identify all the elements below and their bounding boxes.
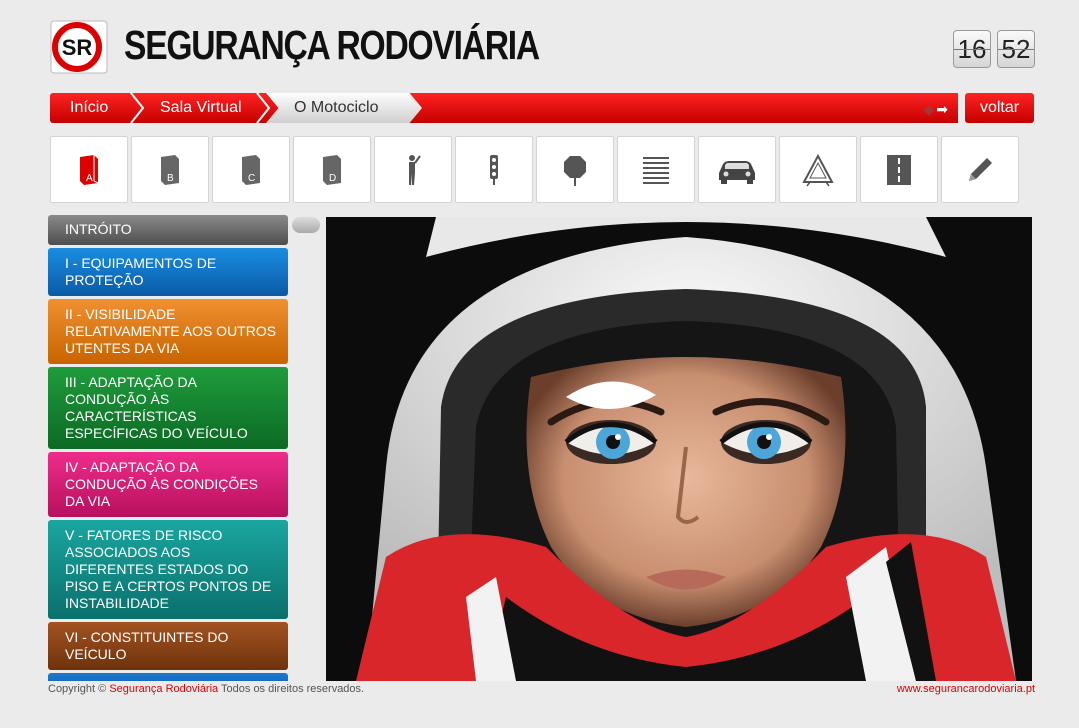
road-icon	[887, 154, 911, 185]
sidebar-item-adaptacao-via[interactable]: IV - ADAPTAÇÃO DA CONDUÇÃO ÀS CONDIÇÕES …	[48, 452, 288, 517]
footer-copyright: Copyright © Segurança Rodoviária Todos o…	[48, 683, 364, 695]
book-b-icon: B	[161, 154, 179, 185]
brand-title: SEGURANÇA RODOVIÁRIA	[124, 22, 540, 68]
book-letter: B	[167, 173, 174, 184]
clock-minutes: 52	[997, 30, 1035, 68]
tool-road-sign[interactable]	[536, 136, 614, 203]
nav-arrows: ◆ ➡	[923, 101, 948, 118]
company-link[interactable]: Segurança Rodoviária	[109, 683, 218, 695]
sidebar-menu: INTRÓITO I - EQUIPAMENTOS DE PROTEÇÃO II…	[48, 215, 288, 681]
logo: SR	[50, 20, 108, 74]
road-sign-icon	[564, 155, 586, 186]
tool-pencil[interactable]	[941, 136, 1019, 203]
tool-warning-triangle[interactable]	[779, 136, 857, 203]
book-letter: C	[248, 173, 255, 184]
icon-toolbar: A B C D	[50, 136, 1019, 203]
sidebar-item-motor[interactable]: VII - MOTOR E SISTEMAS	[48, 673, 288, 681]
breadcrumb-separator-icon	[130, 93, 144, 123]
sidebar-item-adaptacao-veiculo[interactable]: III - ADAPTAÇÃO DA CONDUÇÃO ÀS CARACTERÍ…	[48, 367, 288, 449]
arrow-left-icon[interactable]: ◆	[923, 101, 934, 117]
tool-road[interactable]	[860, 136, 938, 203]
book-c-icon: C	[242, 154, 260, 185]
tool-traffic-light[interactable]	[455, 136, 533, 203]
breadcrumb: Início Sala Virtual O Motociclo ◆ ➡	[50, 93, 958, 123]
sidebar-item-equipamentos[interactable]: I - EQUIPAMENTOS DE PROTEÇÃO	[48, 248, 288, 296]
book-a-icon: A	[80, 154, 99, 185]
road-marking-icon	[643, 156, 669, 184]
rights-text: Todos os direitos reservados.	[221, 683, 365, 695]
car-icon	[719, 160, 755, 184]
arrow-right-icon[interactable]: ➡	[936, 101, 948, 117]
hero-image	[326, 217, 1032, 681]
website-link[interactable]: www.segurancarodoviaria.pt	[897, 683, 1035, 695]
tool-book-b[interactable]: B	[131, 136, 209, 203]
pencil-icon	[969, 157, 992, 181]
helmet-portrait-illustration	[326, 217, 1032, 681]
back-button[interactable]: voltar	[965, 93, 1034, 123]
copyright-prefix: Copyright ©	[48, 683, 107, 695]
clock: 16 52	[953, 30, 1035, 68]
sidebar-item-constituintes[interactable]: VI - CONSTITUINTES DO VEÍCULO	[48, 622, 288, 670]
breadcrumb-sala-virtual[interactable]: Sala Virtual	[160, 93, 242, 123]
book-d-icon: D	[323, 154, 341, 185]
traffic-agent-icon	[409, 154, 421, 185]
tool-book-c[interactable]: C	[212, 136, 290, 203]
sidebar-item-fatores-risco[interactable]: V - FATORES DE RISCO ASSOCIADOS AOS DIFE…	[48, 520, 288, 619]
traffic-light-icon	[490, 154, 498, 185]
tool-book-d[interactable]: D	[293, 136, 371, 203]
tool-car[interactable]	[698, 136, 776, 203]
breadcrumb-separator-icon	[256, 93, 270, 123]
tool-book-a[interactable]: A	[50, 136, 128, 203]
sidebar-toggle[interactable]	[292, 217, 320, 233]
logo-letters: SR	[62, 35, 93, 60]
book-letter: A	[86, 173, 93, 184]
breadcrumb-inicio[interactable]: Início	[70, 93, 108, 123]
clock-hours: 16	[953, 30, 991, 68]
warning-triangle-icon	[802, 153, 834, 186]
tool-traffic-agent[interactable]	[374, 136, 452, 203]
tool-road-marking[interactable]	[617, 136, 695, 203]
breadcrumb-current: O Motociclo	[266, 93, 422, 123]
sidebar-item-visibilidade[interactable]: II - VISIBILIDADE RELATIVAMENTE AOS OUTR…	[48, 299, 288, 364]
book-letter: D	[329, 173, 336, 184]
sidebar-item-introito[interactable]: INTRÓITO	[48, 215, 288, 245]
